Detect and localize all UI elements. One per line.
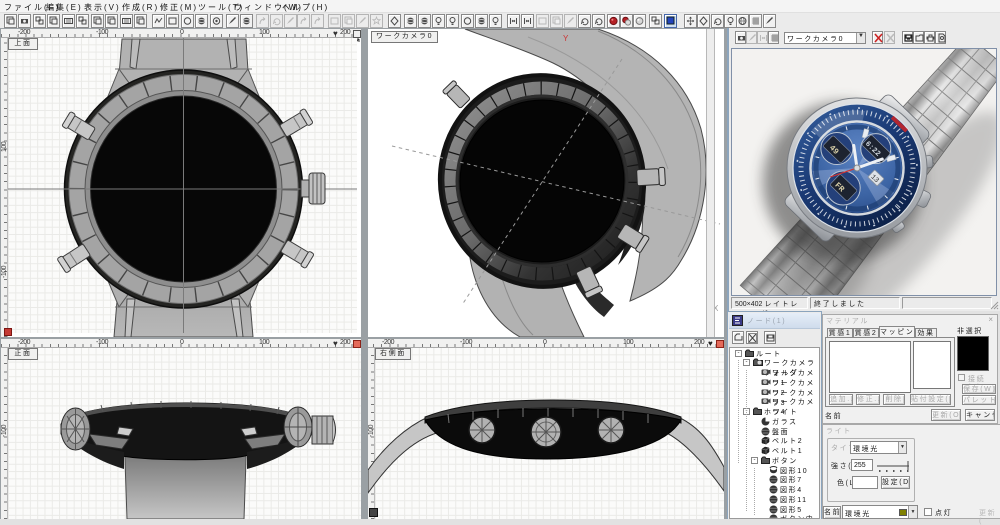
svg-text:Y: Y (563, 34, 569, 43)
